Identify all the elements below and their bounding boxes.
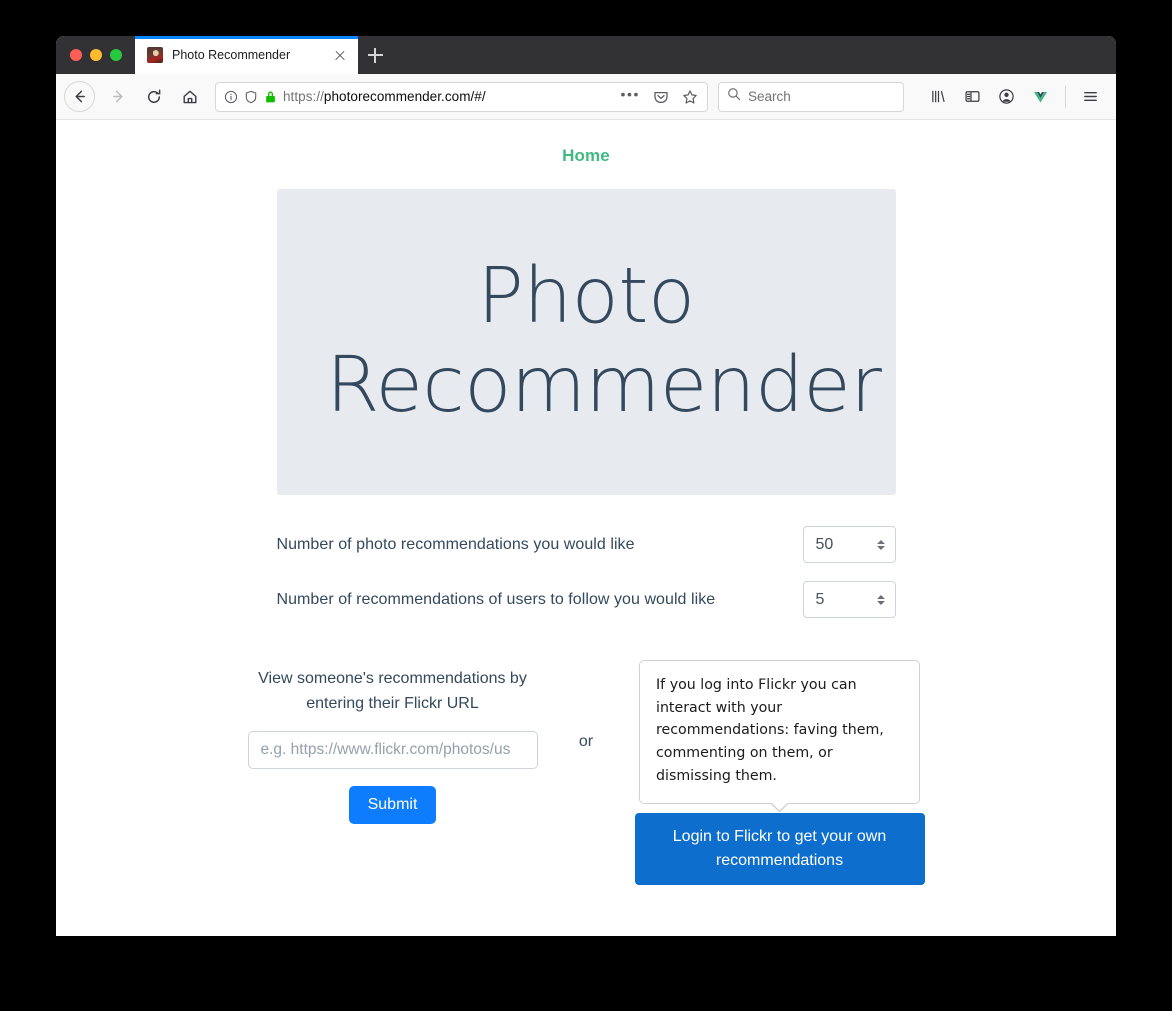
vue-devtools-icon[interactable] (1024, 81, 1056, 113)
toolbar-separator (1065, 85, 1066, 108)
chevron-down-icon[interactable] (876, 600, 885, 605)
url-scheme: https:// (283, 89, 324, 104)
search-icon (727, 87, 741, 106)
browser-window: Photo Recommender https://photorecommend… (56, 36, 1116, 936)
pocket-icon[interactable] (649, 89, 672, 105)
settings-form: Number of photo recommendations you woul… (56, 526, 1116, 618)
url-text: https://photorecommender.com/#/ (283, 89, 612, 104)
search-placeholder: Search (748, 89, 791, 104)
flickr-url-placeholder: e.g. https://www.flickr.com/photos/us (260, 740, 511, 758)
close-icon[interactable] (332, 47, 348, 63)
close-window-button[interactable] (70, 49, 82, 61)
new-tab-button[interactable] (358, 36, 392, 74)
form-row-photo-count: Number of photo recommendations you woul… (277, 526, 896, 563)
chevron-down-icon[interactable] (876, 545, 885, 550)
photo-favicon (147, 47, 163, 63)
tab-strip: Photo Recommender (56, 36, 1116, 74)
shield-icon[interactable] (244, 90, 258, 104)
forward-button[interactable] (101, 80, 135, 114)
page-content: Home Photo Recommender Number of photo r… (56, 120, 1116, 936)
account-icon[interactable] (990, 81, 1022, 113)
browser-tab-active[interactable]: Photo Recommender (135, 36, 358, 74)
flickr-url-caption: View someone's recommendations by enteri… (258, 670, 527, 712)
lock-icon[interactable] (264, 90, 277, 104)
search-box[interactable]: Search (718, 81, 904, 112)
home-button[interactable] (173, 80, 207, 114)
flickr-url-column: View someone's recommendations by enteri… (247, 657, 539, 824)
tab-title: Photo Recommender (172, 48, 291, 62)
back-button[interactable] (64, 81, 95, 112)
user-count-label: Number of recommendations of users to fo… (276, 590, 716, 608)
photo-count-spinner-icon[interactable] (875, 539, 887, 550)
page-title: Photo Recommender (326, 252, 882, 430)
nav-link-home[interactable]: Home (56, 146, 1116, 166)
url-host-path: photorecommender.com/#/ (323, 89, 486, 104)
user-count-stepper[interactable]: 5 (802, 581, 896, 618)
maximize-window-button[interactable] (110, 49, 122, 61)
address-bar[interactable]: https://photorecommender.com/#/ ••• (215, 81, 708, 112)
window-controls (56, 36, 135, 74)
photo-count-label: Number of photo recommendations you woul… (276, 535, 635, 553)
reload-button[interactable] (137, 80, 171, 114)
menu-icon[interactable] (1074, 81, 1106, 113)
user-count-spinner-icon[interactable] (875, 594, 887, 605)
login-to-flickr-button[interactable]: Login to Flickr to get your own recommen… (634, 812, 925, 885)
minimize-window-button[interactable] (90, 49, 102, 61)
chevron-up-icon[interactable] (876, 539, 885, 544)
flickr-login-column: If you log into Flickr you can interact … (634, 657, 926, 885)
toolbar-icon-group (922, 81, 1106, 113)
chevron-up-icon[interactable] (876, 594, 885, 599)
library-icon[interactable] (922, 81, 954, 113)
form-row-user-count: Number of recommendations of users to fo… (277, 581, 896, 618)
sidebar-icon[interactable] (956, 81, 988, 113)
hero-banner: Photo Recommender (276, 189, 896, 495)
navigation-toolbar: https://photorecommender.com/#/ ••• Sear… (56, 74, 1116, 120)
or-divider-label: or (578, 733, 594, 750)
info-icon[interactable] (224, 90, 238, 104)
user-count-value: 5 (815, 590, 825, 608)
star-icon[interactable] (678, 89, 701, 105)
page-actions-button[interactable]: ••• (618, 87, 643, 104)
submit-button[interactable]: Submit (348, 785, 437, 824)
photo-count-value: 50 (815, 535, 834, 553)
login-tooltip: If you log into Flickr you can interact … (639, 660, 920, 804)
flickr-url-input[interactable]: e.g. https://www.flickr.com/photos/us (247, 730, 538, 769)
photo-count-stepper[interactable]: 50 (802, 526, 896, 563)
bottom-section: View someone's recommendations by enteri… (56, 657, 1116, 885)
